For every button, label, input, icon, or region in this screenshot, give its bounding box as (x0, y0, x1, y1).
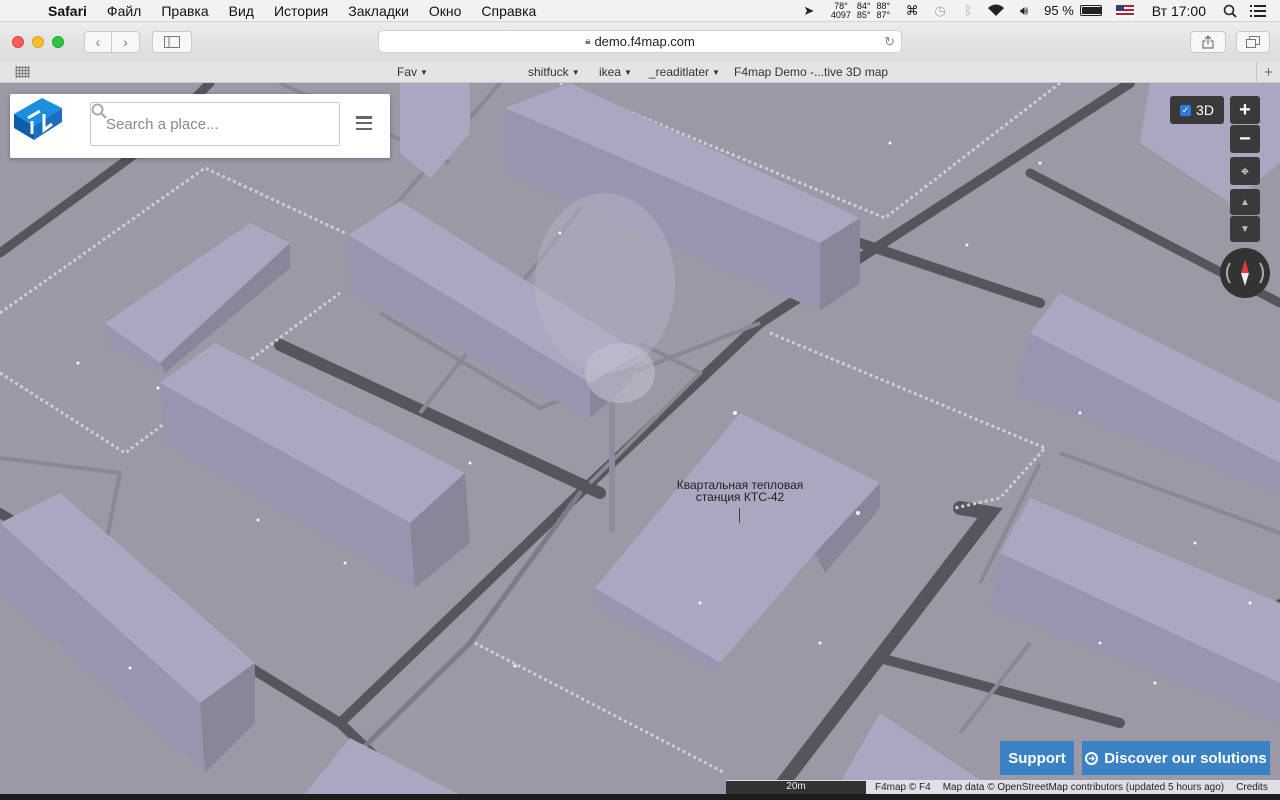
tilt-up-button[interactable]: ▲ (1230, 189, 1260, 215)
attribution-brand-link[interactable]: F4map © F4 (875, 782, 931, 793)
credits-link[interactable]: Credits (1236, 782, 1268, 793)
arrow-circle-right-icon: ➜ (1085, 751, 1099, 765)
fullscreen-window-button[interactable] (52, 36, 64, 48)
back-button[interactable]: ‹ (84, 31, 112, 53)
bookmark-folder-fav[interactable]: Fav ▼ (397, 65, 428, 79)
discover-solutions-button[interactable]: ➜ Discover our solutions (1082, 741, 1270, 775)
sidebar-toggle-button[interactable] (152, 31, 192, 53)
time-machine-icon[interactable]: ◷ (926, 0, 954, 22)
triangle-up-icon: ▲ (1240, 196, 1250, 208)
battery-icon (1079, 5, 1102, 16)
menu-hamburger-icon[interactable] (356, 116, 372, 130)
share-icon (1202, 35, 1214, 49)
compass-icon (1225, 260, 1265, 286)
chevron-down-icon: ▼ (420, 68, 428, 77)
map-attribution: F4map © F4 Map data © OpenStreetMap cont… (866, 780, 1280, 794)
window-controls (0, 36, 64, 48)
tabs-overview-icon (1246, 36, 1260, 48)
poi-label-line-2: станция КТС-42 (695, 490, 785, 504)
poi-label-heating-station[interactable]: Квартальная тепловая станция КТС-42 (660, 479, 820, 503)
menu-edit[interactable]: Правка (151, 3, 218, 19)
minimize-window-button[interactable] (32, 36, 44, 48)
support-button[interactable]: Support (1000, 741, 1074, 775)
menu-bookmarks[interactable]: Закладки (338, 3, 419, 19)
checkbox-checked-icon[interactable]: ✓ (1180, 104, 1192, 116)
battery-percent: 95 % (1044, 3, 1074, 18)
history-nav: ‹ › (84, 31, 140, 53)
bookmark-label: _readitlater (649, 65, 710, 79)
toggle-3d-button[interactable]: ✓ 3D (1170, 96, 1224, 124)
bookmark-folder-shitfuck[interactable]: shitfuck ▼ (528, 65, 580, 79)
compass-control[interactable] (1220, 248, 1270, 298)
bluetooth-icon[interactable]: ᛒ (954, 0, 982, 22)
bookmark-label: ikea (599, 65, 622, 79)
new-tab-plus-icon[interactable]: + (1256, 62, 1280, 82)
chevron-down-icon: ▼ (571, 68, 580, 77)
toggle-3d-label: 3D (1196, 102, 1214, 118)
temp-1-bottom: 4097 (830, 9, 851, 20)
temp-2-bottom: 85° (856, 9, 871, 20)
bookmark-folder-readitlater[interactable]: _readitlater ▼ (649, 65, 720, 79)
location-arrow-icon[interactable]: ➤ (795, 0, 823, 22)
bookmarks-bar: Fav ▼ shitfuck ▼ ikea ▼ _readitlater ▼ F4map… (0, 62, 1280, 83)
volume-icon[interactable]: 🔊︎ (1010, 0, 1038, 22)
lock-icon: 🔒︎ (585, 36, 591, 47)
map-scale-bar: 20m (726, 780, 866, 794)
chevron-down-icon: ▼ (712, 68, 720, 77)
menu-clock[interactable]: Вт 17:00 (1142, 3, 1216, 19)
browser-toolbar: ‹ › 🔒︎ demo.f4map.com ↻ (0, 22, 1280, 62)
attribution-data-link[interactable]: Map data © OpenStreetMap contributors (u… (943, 782, 1224, 793)
sidebar-icon (164, 36, 180, 48)
wifi-icon[interactable] (982, 0, 1010, 22)
bookmark-label: shitfuck (528, 65, 569, 79)
menu-view[interactable]: Вид (219, 3, 264, 19)
map-viewport[interactable]: ✓ 3D + − ⌖ ▲ ▼ Квартальная тепловая стан… (0, 83, 1280, 800)
address-url: demo.f4map.com (594, 34, 695, 49)
bookmark-f4map-demo[interactable]: F4map Demo -...tive 3D map (734, 65, 888, 79)
window-bottom-edge (0, 794, 1280, 800)
zoom-out-button[interactable]: − (1230, 125, 1260, 153)
crosshair-icon: ⌖ (1240, 162, 1250, 180)
search-panel (10, 94, 390, 158)
notification-center-icon[interactable] (1244, 0, 1272, 22)
temp-3-bottom: 87° (876, 9, 891, 20)
close-window-button[interactable] (12, 36, 24, 48)
search-input[interactable] (91, 115, 291, 133)
reload-icon[interactable]: ↻ (884, 34, 895, 50)
bookmark-label: Fav (397, 65, 418, 79)
search-icon[interactable] (91, 103, 107, 119)
bookmark-folder-ikea[interactable]: ikea ▼ (599, 65, 632, 79)
menu-file[interactable]: Файл (97, 3, 151, 19)
menu-window[interactable]: Окно (419, 3, 472, 19)
spotlight-search-icon[interactable] (1216, 0, 1244, 22)
top-sites-grid-icon[interactable] (15, 66, 30, 78)
command-key-icon[interactable]: ⌘ (898, 0, 926, 22)
macos-menu-bar: Safari Файл Правка Вид История Закладки … (0, 0, 1280, 22)
share-button[interactable] (1190, 31, 1226, 53)
tilt-down-button[interactable]: ▼ (1230, 216, 1260, 242)
chevron-down-icon: ▼ (624, 68, 632, 77)
triangle-down-icon: ▼ (1240, 223, 1250, 235)
temperature-readout[interactable]: 78° 4097 84° 85° 88° 87° (823, 1, 898, 20)
locate-me-button[interactable]: ⌖ (1230, 157, 1260, 185)
f4-logo-icon[interactable] (10, 94, 66, 142)
zoom-in-button[interactable]: + (1230, 96, 1260, 124)
search-box (90, 102, 340, 146)
menu-app-name[interactable]: Safari (38, 3, 97, 19)
menu-help[interactable]: Справка (471, 3, 546, 19)
chevron-left-icon: ‹ (95, 34, 101, 50)
poi-label-leader-line (739, 508, 740, 523)
battery-status[interactable]: 95 % (1038, 3, 1108, 18)
discover-label: Discover our solutions (1104, 749, 1267, 767)
us-flag-icon[interactable] (1115, 4, 1134, 17)
menu-history[interactable]: История (264, 3, 338, 19)
map-3d-scene[interactable] (0, 83, 1280, 800)
forward-button[interactable]: › (112, 31, 140, 53)
show-tabs-button[interactable] (1236, 31, 1270, 53)
chevron-right-icon: › (123, 34, 128, 50)
address-bar[interactable]: 🔒︎ demo.f4map.com ↻ (378, 30, 902, 53)
bookmark-label: F4map Demo -...tive 3D map (734, 65, 889, 79)
